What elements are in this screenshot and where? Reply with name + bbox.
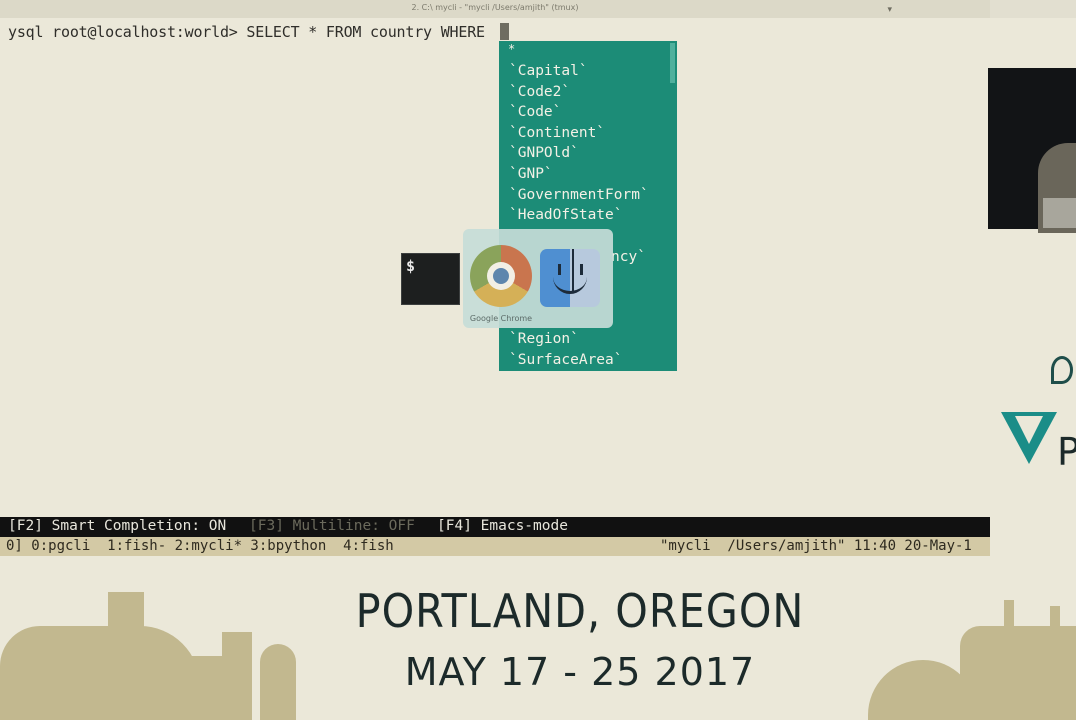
terminal-glyph: $ (406, 257, 416, 275)
completion-item[interactable]: `GNPOld` (509, 145, 579, 161)
event-location: PORTLAND, OREGON (355, 584, 805, 638)
f3-multiline[interactable]: [F3] Multiline: OFF (249, 518, 415, 534)
finder-smile (553, 277, 587, 294)
mycli-status-bar: [F2] Smart Completion: ON [F3] Multiline… (0, 517, 990, 537)
sql-prompt-line[interactable]: ysql root@localhost:world> SELECT * FROM… (8, 23, 485, 41)
completion-item-partial[interactable]: ncy` (611, 249, 646, 265)
chrome-app-icon[interactable] (470, 245, 532, 307)
finder-eye (558, 264, 561, 275)
completion-item[interactable]: `HeadOfState` (509, 207, 623, 223)
window-titlebar: 2. C:\ mycli - "mycli /Users/amjith" (tm… (0, 0, 990, 19)
event-dates: MAY 17 - 25 2017 (404, 650, 756, 694)
edge-strip (990, 0, 1076, 18)
terminal-app-icon[interactable]: $ (401, 253, 460, 305)
completion-item[interactable]: `Continent` (509, 125, 605, 141)
tmux-status-bar: 0] 0:pgcli 1:fish- 2:mycli* 3:bpython 4:… (0, 537, 990, 556)
text-cursor (500, 23, 509, 40)
logo-letter: P (1057, 430, 1076, 474)
completion-item[interactable]: `GovernmentForm` (509, 187, 649, 203)
event-banner: PORTLAND, OREGON MAY 17 - 25 2017 (0, 556, 1076, 720)
chrome-ring (487, 262, 515, 290)
tmux-right-status: "mycli /Users/amjith" 11:40 20-May-1 (660, 538, 972, 554)
logo-triangle-inner (1015, 416, 1043, 444)
completion-item-all[interactable]: * (508, 42, 515, 56)
window-arrow-icon: ▾ (887, 5, 892, 15)
chrome-core (493, 268, 509, 284)
f4-emacs-mode[interactable]: [F4] Emacs-mode (437, 518, 568, 534)
finder-eye (580, 264, 583, 275)
window-title: 2. C:\ mycli - "mycli /Users/amjith" (tm… (411, 3, 579, 12)
completion-item[interactable]: `Region` (509, 331, 579, 347)
completion-item[interactable]: `SurfaceArea` (509, 352, 623, 368)
tmux-window-list[interactable]: 0] 0:pgcli 1:fish- 2:mycli* 3:bpython 4:… (6, 538, 394, 554)
finder-app-icon[interactable] (540, 249, 600, 307)
chrome-app-label: Google Chrome (469, 314, 533, 323)
speaker-video-inset (988, 68, 1076, 233)
completion-scrollbar[interactable] (670, 43, 675, 83)
f2-smart-completion[interactable]: [F2] Smart Completion: ON (8, 518, 226, 534)
speaker-cup (1043, 198, 1076, 228)
pycon-logo: P (997, 350, 1076, 480)
completion-item[interactable]: `Code` (509, 104, 561, 120)
completion-item[interactable]: `Capital` (509, 63, 588, 79)
completion-item[interactable]: `GNP` (509, 166, 553, 182)
completion-item[interactable]: `Code2` (509, 84, 570, 100)
leaf-icon (1051, 356, 1073, 384)
